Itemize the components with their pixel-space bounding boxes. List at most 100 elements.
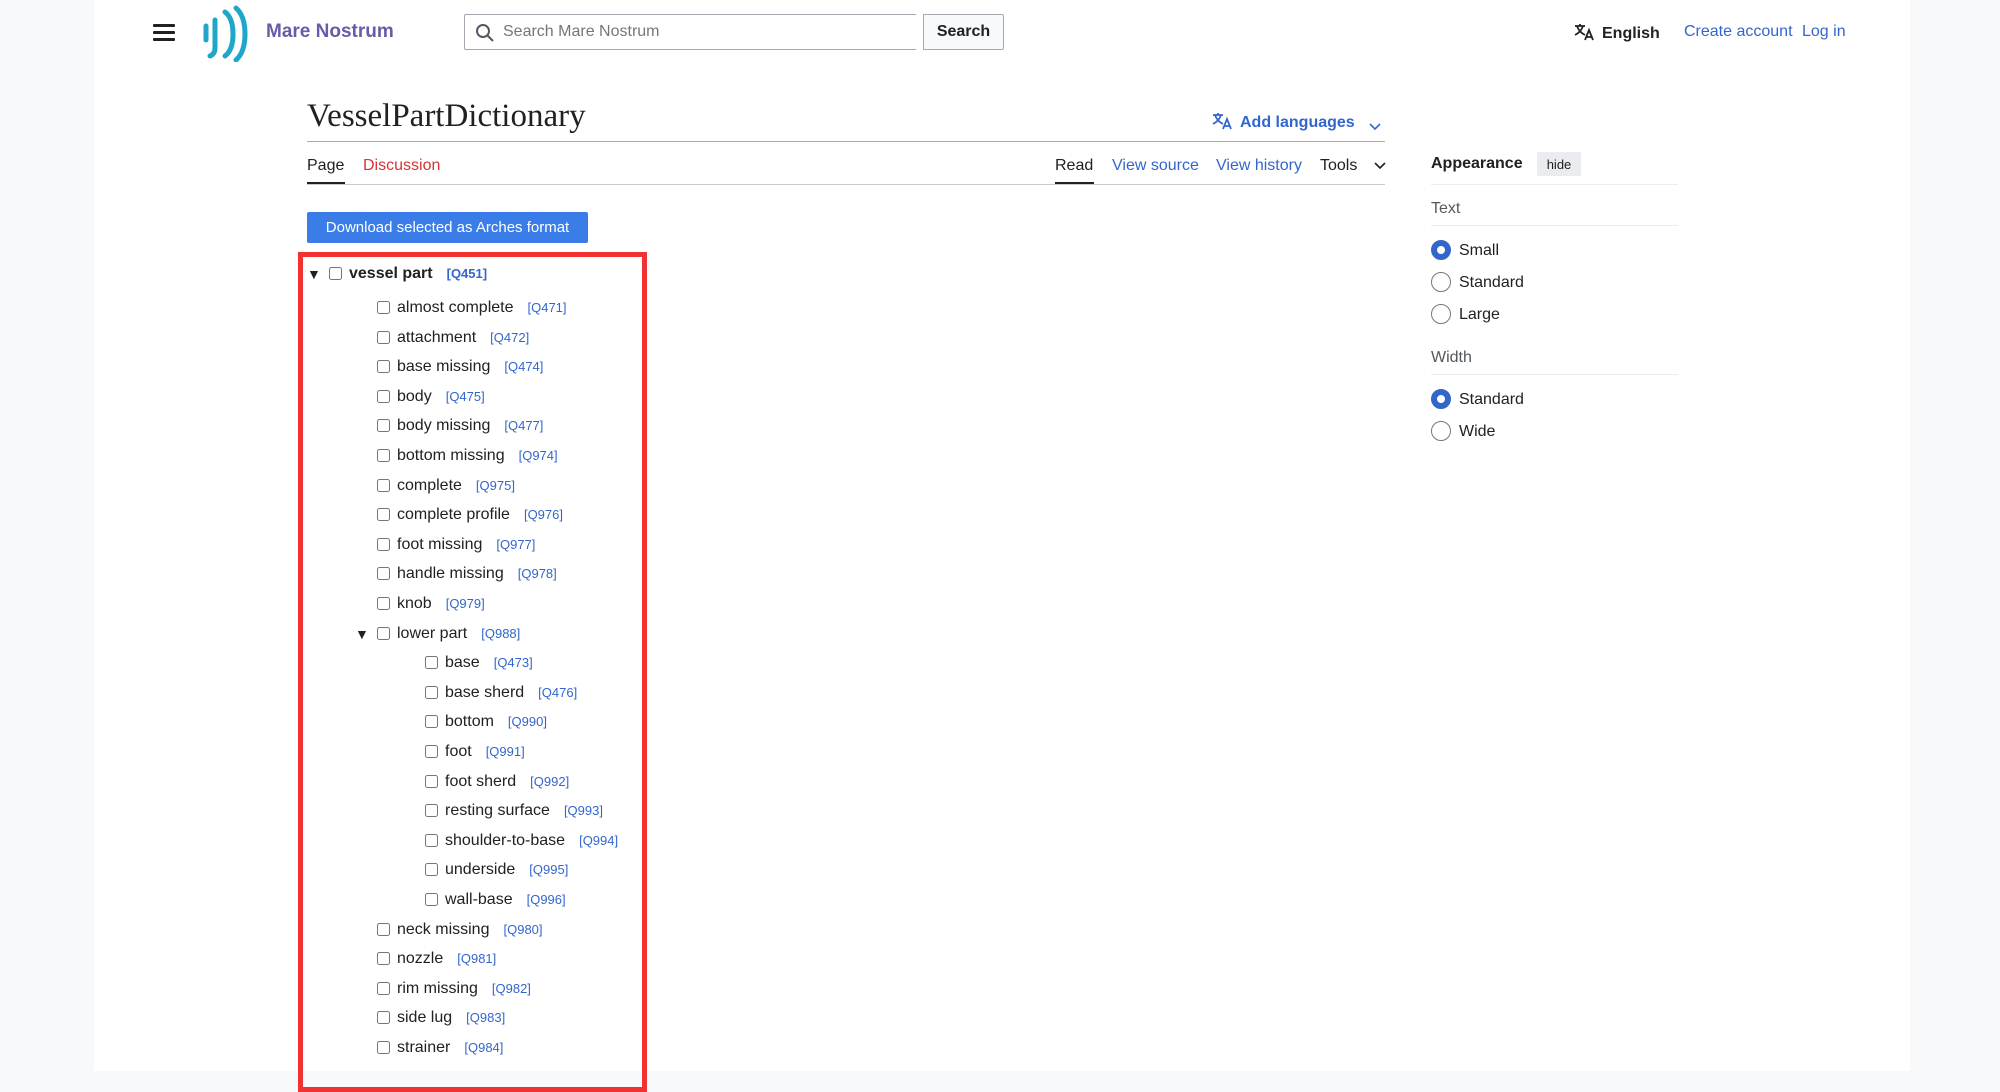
tree-item-label: base missing [Q474] <box>397 358 544 376</box>
tree-checkbox[interactable] <box>377 478 390 492</box>
tree-item-label: attachment [Q472] <box>397 328 530 346</box>
tree-checkbox[interactable] <box>377 567 390 581</box>
tree-checkbox[interactable] <box>377 1041 390 1054</box>
tree-checkbox[interactable] <box>425 804 438 818</box>
qid-link[interactable]: [Q981] <box>457 951 496 966</box>
tree-checkbox[interactable] <box>329 267 342 280</box>
add-languages-button[interactable]: Add languages <box>1212 111 1381 132</box>
log-in-link[interactable]: Log in <box>1802 23 1846 41</box>
tree-checkbox[interactable] <box>425 833 438 847</box>
tree-item-label: rim missing [Q982] <box>397 979 531 997</box>
translate-icon <box>1574 24 1594 41</box>
tree-checkbox[interactable] <box>377 981 390 995</box>
qid-link[interactable]: [Q472] <box>490 330 529 345</box>
tree-checkbox[interactable] <box>425 774 438 788</box>
language-button[interactable]: English <box>1574 22 1660 43</box>
qid-link[interactable]: [Q996] <box>527 892 566 907</box>
qid-link[interactable]: [Q475] <box>446 389 485 404</box>
tab-tools[interactable]: Tools <box>1320 157 1386 175</box>
tree-item-label: bottom [Q990] <box>445 713 547 731</box>
radio-button[interactable] <box>1431 389 1451 409</box>
qid-link[interactable]: [Q975] <box>476 478 515 493</box>
site-name-link[interactable]: Mare Nostrum <box>266 21 394 43</box>
tree-checkbox[interactable] <box>425 893 438 906</box>
tree-checkbox[interactable] <box>377 952 390 966</box>
tree-checkbox[interactable] <box>377 389 390 403</box>
qid-link[interactable]: [Q994] <box>579 833 618 848</box>
tab-discussion[interactable]: Discussion <box>363 157 440 175</box>
collapse-toggle-icon[interactable]: ▼ <box>355 626 369 642</box>
search-button[interactable]: Search <box>923 14 1004 50</box>
vessel-part-tree: ▼ vessel part [Q451] almost complete [Q471… <box>298 252 647 1092</box>
language-label: English <box>1602 25 1660 42</box>
page-title: VesselPartDictionary <box>307 98 586 134</box>
qid-link[interactable]: [Q474] <box>504 359 543 374</box>
tree-checkbox[interactable] <box>377 301 390 314</box>
tab-view-source[interactable]: View source <box>1112 157 1199 175</box>
qid-link[interactable]: [Q978] <box>518 566 557 581</box>
tree-item-label: body missing [Q477] <box>397 417 544 435</box>
tree-item-label: knob [Q979] <box>397 595 485 612</box>
add-languages-label: Add languages <box>1240 114 1355 131</box>
radio-button[interactable] <box>1431 272 1451 292</box>
tree-checkbox[interactable] <box>377 449 390 462</box>
qid-link[interactable]: [Q974] <box>519 448 558 463</box>
tree-checkbox[interactable] <box>377 1011 390 1025</box>
tree-checkbox[interactable] <box>425 745 438 758</box>
qid-link[interactable]: [Q451] <box>447 266 487 281</box>
qid-link[interactable]: [Q977] <box>496 537 535 552</box>
qid-link[interactable]: [Q976] <box>524 507 563 522</box>
qid-link[interactable]: [Q473] <box>494 655 533 670</box>
tab-view-history[interactable]: View history <box>1216 157 1302 175</box>
tabs-divider <box>307 184 1385 185</box>
tree-checkbox[interactable] <box>377 330 390 344</box>
main-menu-button[interactable] <box>150 18 178 46</box>
tree-checkbox[interactable] <box>377 922 390 936</box>
radio-button[interactable] <box>1431 421 1451 441</box>
tab-page[interactable]: Page <box>307 157 344 175</box>
radio-label: Standard <box>1459 274 1524 291</box>
qid-link[interactable]: [Q471] <box>528 300 567 315</box>
download-arches-button[interactable]: Download selected as Arches format <box>307 212 588 243</box>
qid-link[interactable]: [Q979] <box>446 596 485 611</box>
qid-link[interactable]: [Q993] <box>564 803 603 818</box>
site-logo-icon[interactable] <box>202 4 248 62</box>
qid-link[interactable]: [Q988] <box>481 626 520 641</box>
qid-link[interactable]: [Q982] <box>492 981 531 996</box>
tree-checkbox[interactable] <box>377 537 390 551</box>
tree-checkbox[interactable] <box>377 508 390 522</box>
qid-link[interactable]: [Q476] <box>538 685 577 700</box>
tree-checkbox[interactable] <box>377 597 390 610</box>
tree-checkbox[interactable] <box>377 419 390 433</box>
qid-link[interactable]: [Q995] <box>529 862 568 877</box>
radio-label: Standard <box>1459 391 1524 408</box>
tree-item-label: foot [Q991] <box>445 743 525 760</box>
qid-link[interactable]: [Q990] <box>508 714 547 729</box>
tab-read[interactable]: Read <box>1055 157 1093 175</box>
tree-checkbox[interactable] <box>425 656 438 670</box>
qid-link[interactable]: [Q991] <box>486 744 525 759</box>
appearance-hide-button[interactable]: hide <box>1537 152 1581 176</box>
qid-link[interactable]: [Q980] <box>503 922 542 937</box>
collapse-toggle-icon[interactable]: ▼ <box>307 266 321 282</box>
appearance-divider <box>1431 184 1678 185</box>
search-icon <box>476 24 494 42</box>
tree-item-label: foot sherd [Q992] <box>445 772 570 790</box>
qid-link[interactable]: [Q477] <box>504 418 543 433</box>
qid-link[interactable]: [Q984] <box>464 1040 503 1055</box>
create-account-link[interactable]: Create account <box>1684 23 1793 41</box>
radio-button[interactable] <box>1431 304 1451 324</box>
tree-checkbox[interactable] <box>425 715 438 729</box>
tree-checkbox[interactable] <box>425 863 438 877</box>
tree-item-label: base [Q473] <box>445 654 533 672</box>
tree-checkbox[interactable] <box>377 360 390 374</box>
tree-item-label: body [Q475] <box>397 387 485 405</box>
qid-link[interactable]: [Q983] <box>466 1010 505 1025</box>
tree-checkbox[interactable] <box>377 626 390 640</box>
radio-button[interactable] <box>1431 240 1451 260</box>
tree-item-label: resting surface [Q993] <box>445 802 603 820</box>
tree-checkbox[interactable] <box>425 685 438 699</box>
qid-link[interactable]: [Q992] <box>530 774 569 789</box>
tab-tools-label: Tools <box>1320 157 1358 174</box>
search-input[interactable] <box>503 15 903 49</box>
